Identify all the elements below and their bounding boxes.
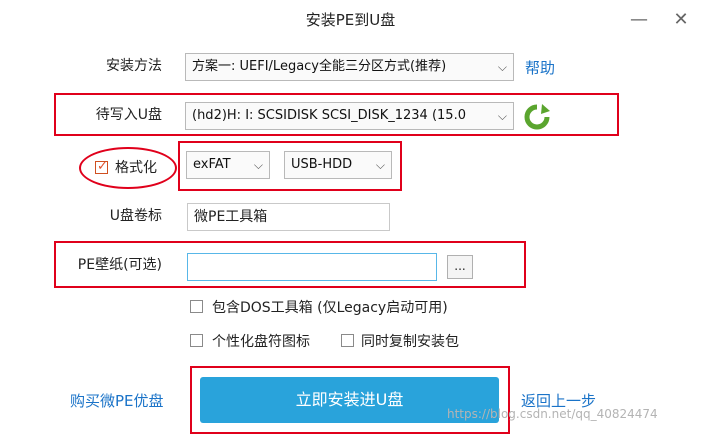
format-label: 格式化 (115, 160, 157, 176)
browse-button[interactable]: ... (447, 255, 473, 279)
buy-usb-link[interactable]: 购买微PE优盘 (70, 390, 164, 411)
personalize-icon-checkbox[interactable] (190, 334, 203, 347)
target-disk-label: 待写入U盘 (95, 107, 162, 123)
wallpaper-label: PE壁纸(可选) (77, 257, 162, 273)
boot-mode-value: USB-HDD (291, 157, 353, 172)
filesystem-value: exFAT (193, 157, 231, 172)
chevron-down-icon: ⌵ (497, 60, 507, 74)
copy-installer-label: 同时复制安装包 (361, 334, 459, 350)
refresh-icon[interactable] (522, 102, 552, 132)
copy-installer-checkbox[interactable] (341, 334, 354, 347)
target-disk-select[interactable]: (hd2)H: I: SCSIDISK SCSI_DISK_1234 (15.0… (185, 102, 514, 130)
personalize-icon-label: 个性化盘符图标 (212, 334, 310, 350)
watermark: https://blog.csdn.net/qq_40824474 (447, 407, 658, 421)
wallpaper-input[interactable] (187, 253, 437, 281)
window-title: 安装PE到U盘 (305, 11, 396, 29)
chevron-down-icon: ⌵ (375, 158, 385, 172)
install-method-select[interactable]: 方案一: UEFI/Legacy全能三分区方式(推荐) ⌵ (185, 53, 514, 81)
boot-mode-select[interactable]: USB-HDD ⌵ (284, 151, 392, 179)
volume-label-input[interactable]: 微PE工具箱 (187, 203, 390, 231)
chevron-down-icon: ⌵ (253, 158, 263, 172)
include-dos-label: 包含DOS工具箱 (仅Legacy启动可用) (212, 300, 448, 316)
format-checkbox[interactable]: ✓ (95, 159, 108, 174)
check-icon: ✓ (97, 159, 108, 174)
install-method-value: 方案一: UEFI/Legacy全能三分区方式(推荐) (192, 59, 447, 74)
filesystem-select[interactable]: exFAT ⌵ (186, 151, 270, 179)
install-method-label: 安装方法 (106, 58, 162, 74)
volume-label-label: U盘卷标 (109, 208, 162, 224)
help-link[interactable]: 帮助 (525, 57, 555, 78)
include-dos-checkbox[interactable] (190, 300, 203, 313)
minimize-button[interactable]: — (624, 6, 654, 34)
target-disk-value: (hd2)H: I: SCSIDISK SCSI_DISK_1234 (15.0 (192, 108, 466, 123)
chevron-down-icon: ⌵ (497, 109, 507, 123)
close-button[interactable]: ✕ (666, 6, 696, 34)
